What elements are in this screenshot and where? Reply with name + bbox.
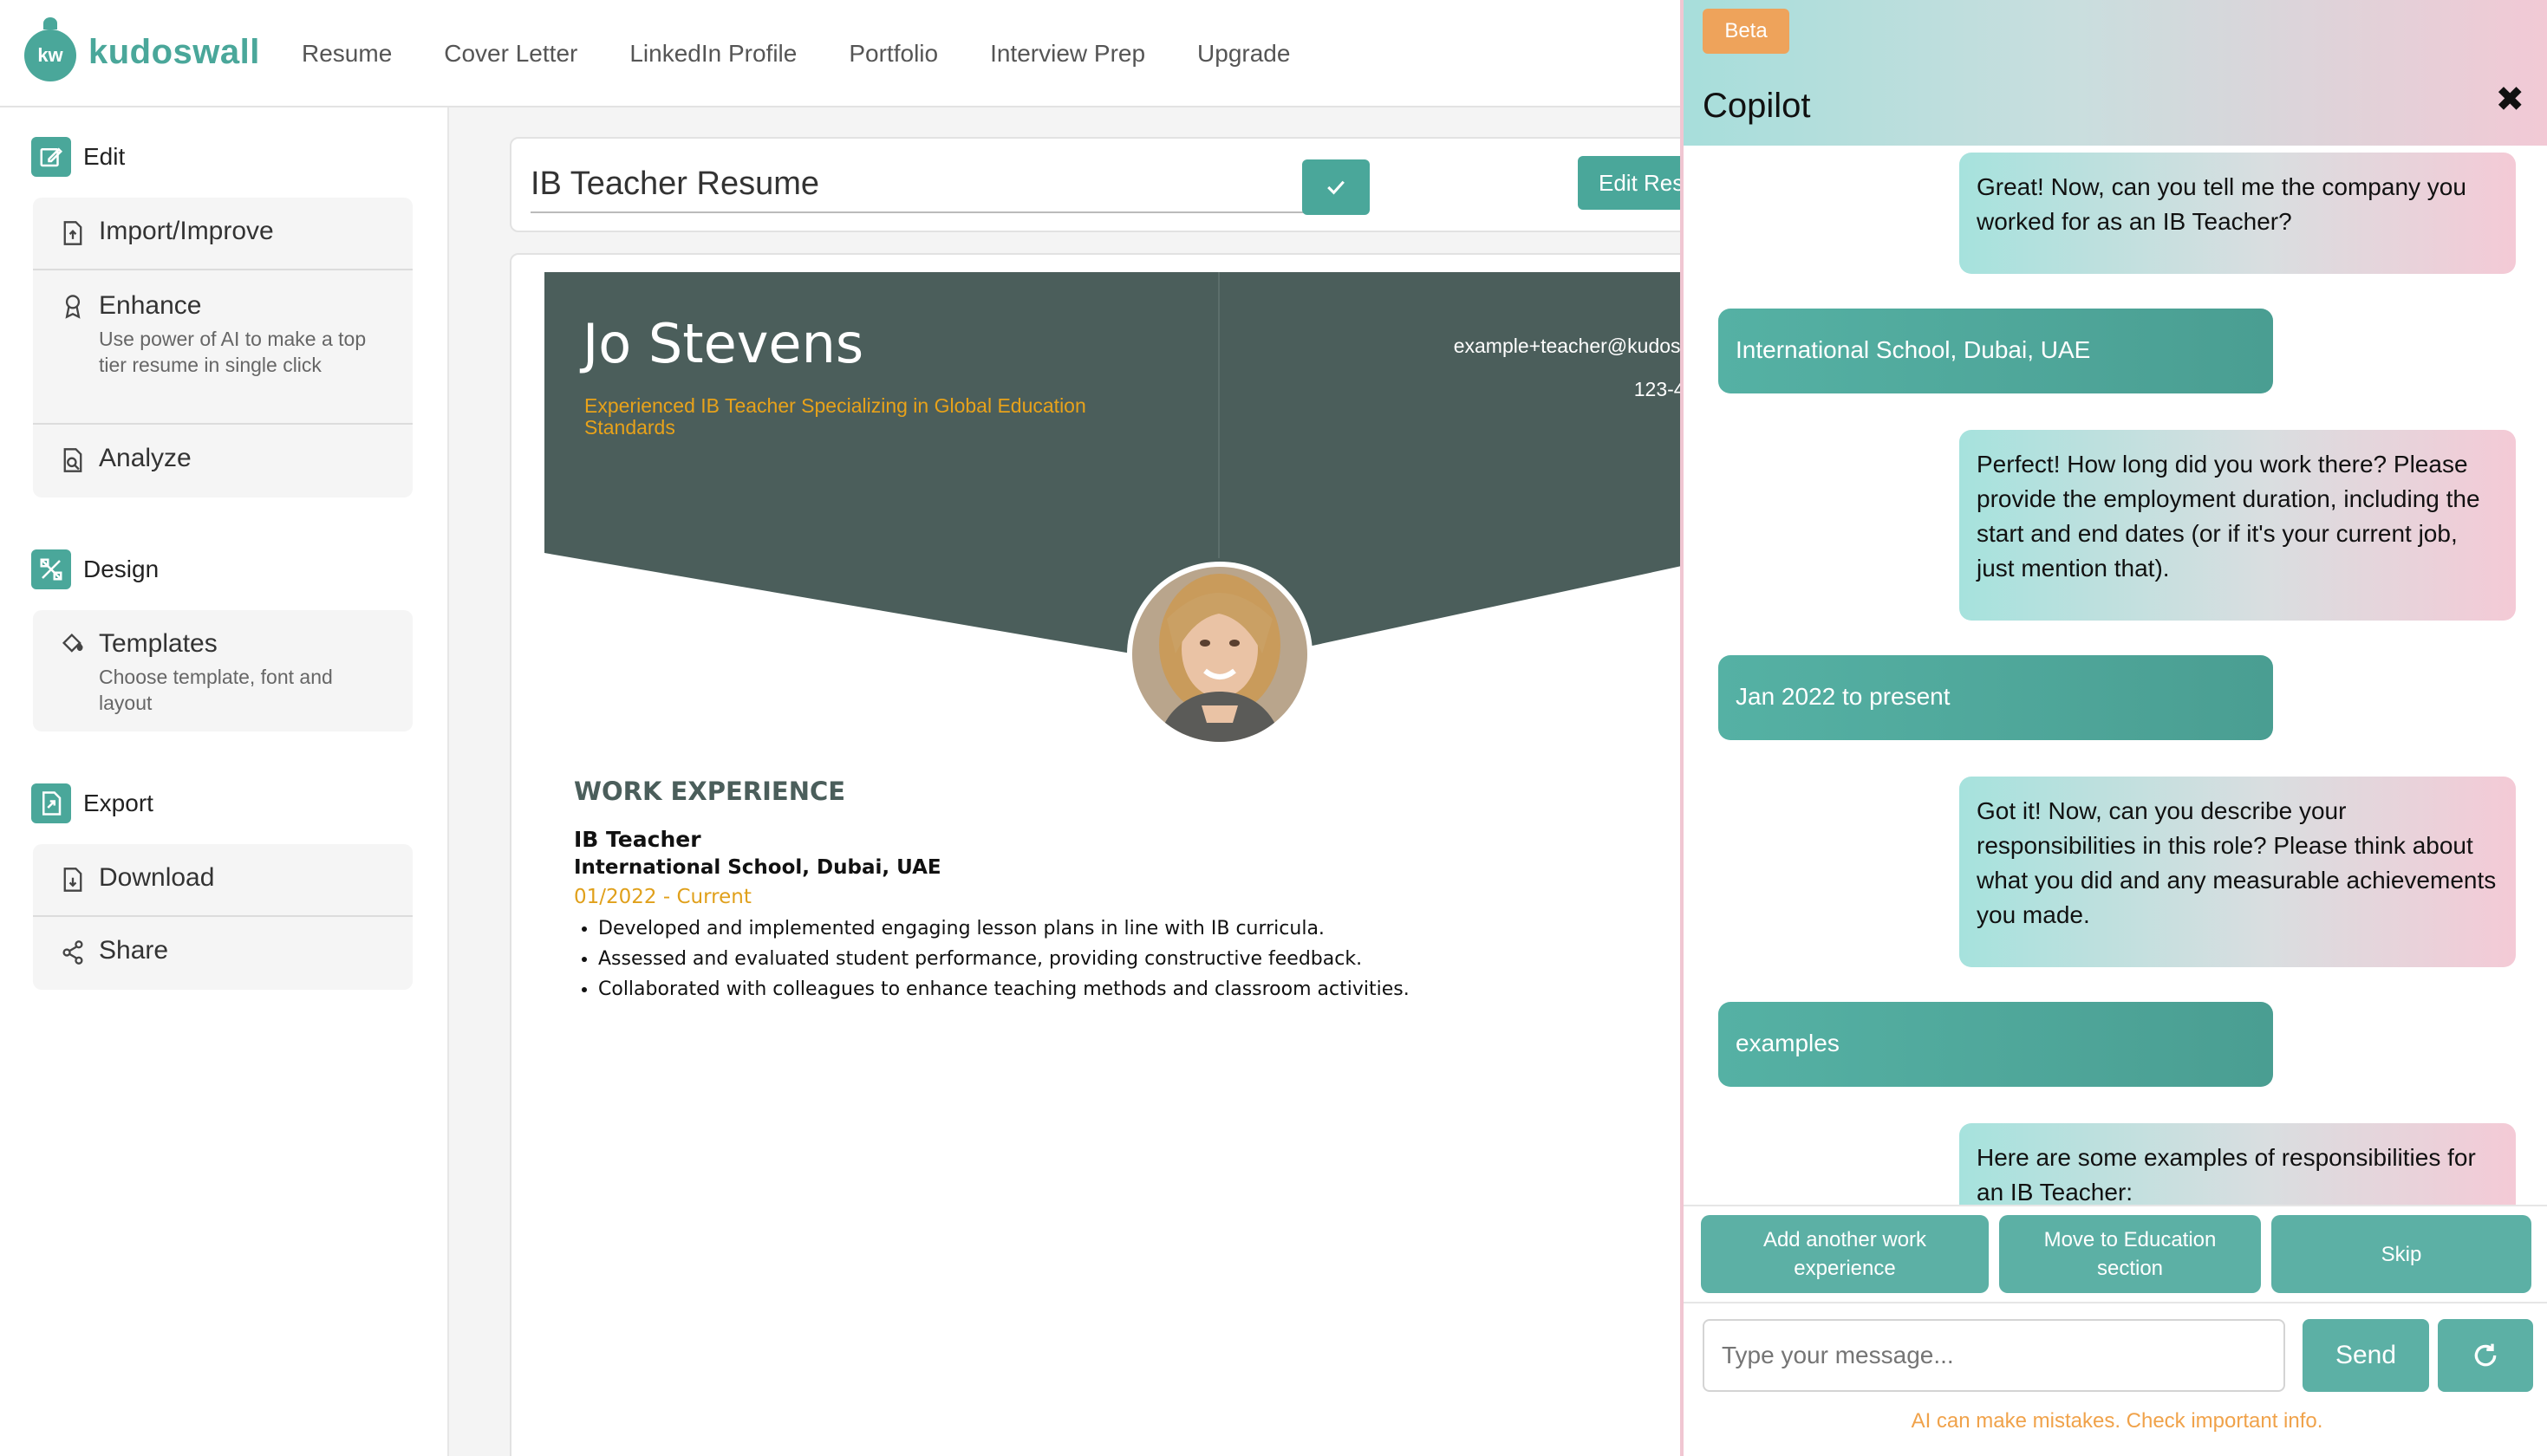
user-message: International School, Dubai, UAE <box>1718 309 2273 393</box>
resume-bullet: Assessed and evaluated student performan… <box>598 944 1410 974</box>
sidebar: Edit Import/Improve Enhance Use power of… <box>0 107 449 1456</box>
quick-actions: Add another work experience Move to Educ… <box>1684 1205 2547 1303</box>
sidebar-item-share[interactable]: Share <box>33 917 413 990</box>
award-icon <box>65 295 81 319</box>
section-export-title: Export <box>83 790 153 816</box>
copilot-header: Beta Copilot ✖ <box>1684 0 2547 146</box>
main-nav: Resume Cover Letter LinkedIn Profile Por… <box>302 0 1290 107</box>
chat-input-row: Send AI can make mistakes. Check importa… <box>1684 1303 2547 1456</box>
editor-area: Edit Resume Jo Stevens Experienced IB Te… <box>451 107 1786 1456</box>
sidebar-item-templates[interactable]: Templates Choose template, font and layo… <box>33 610 413 731</box>
sidebar-item-label: Share <box>99 936 169 965</box>
file-search-icon <box>63 448 82 472</box>
resume-company: International School, Dubai, UAE <box>574 856 941 879</box>
move-to-education-button[interactable]: Move to Education section <box>1999 1215 2261 1293</box>
nav-interview-prep[interactable]: Interview Prep <box>990 40 1145 68</box>
add-work-experience-button[interactable]: Add another work experience <box>1701 1215 1989 1293</box>
paint-bucket-icon <box>62 633 83 653</box>
copilot-panel: Beta Copilot ✖ Great! Now, can you tell … <box>1680 0 2547 1456</box>
sidebar-item-description: Use power of AI to make a top tier resum… <box>99 328 367 376</box>
profile-photo <box>1127 562 1313 747</box>
section-edit-header: Edit <box>31 137 125 177</box>
design-card: Templates Choose template, font and layo… <box>33 610 413 731</box>
resume-bullet: Collaborated with colleagues to enhance … <box>598 974 1410 1004</box>
share-icon <box>62 940 83 965</box>
resume-document: Jo Stevens Experienced IB Teacher Specia… <box>544 272 1758 1456</box>
resume-dates: 01/2022 - Current <box>574 886 752 908</box>
sidebar-item-enhance[interactable]: Enhance Use power of AI to make a top ti… <box>33 270 413 425</box>
section-design-title: Design <box>83 556 160 582</box>
sidebar-item-label: Download <box>99 863 215 892</box>
bot-message: Here are some examples of responsibiliti… <box>1959 1123 2516 1205</box>
message-input[interactable] <box>1703 1319 2285 1392</box>
section-export-header: Export <box>31 783 153 823</box>
resume-title-box <box>510 137 1723 232</box>
export-card: Download Share <box>33 844 413 990</box>
sidebar-item-label: Enhance <box>99 291 202 320</box>
bot-message: Great! Now, can you tell me the company … <box>1959 153 2516 274</box>
nav-cover-letter[interactable]: Cover Letter <box>444 40 577 68</box>
resume-tagline: Experienced IB Teacher Specializing in G… <box>584 394 1086 439</box>
refresh-icon <box>2474 1343 2497 1367</box>
logo-mark: kw <box>24 17 76 81</box>
export-icon <box>31 783 71 823</box>
nav-portfolio[interactable]: Portfolio <box>849 40 938 68</box>
resume-preview-frame: Jo Stevens Experienced IB Teacher Specia… <box>510 253 1758 1456</box>
resume-bullet: Developed and implemented engaging lesso… <box>598 913 1410 944</box>
nav-upgrade[interactable]: Upgrade <box>1197 40 1290 68</box>
send-button[interactable]: Send <box>2303 1319 2429 1392</box>
confirm-title-button[interactable] <box>1302 159 1370 215</box>
resume-title-input[interactable] <box>531 156 1344 213</box>
logo[interactable]: kw kudoswall <box>24 17 260 85</box>
user-message: examples <box>1718 1002 2273 1087</box>
edit-icon <box>31 137 71 177</box>
sidebar-item-label: Import/Improve <box>99 217 274 245</box>
sidebar-item-import-improve[interactable]: Import/Improve <box>33 198 413 270</box>
ai-disclaimer: AI can make mistakes. Check important in… <box>1911 1409 2323 1433</box>
file-import-icon <box>63 221 82 245</box>
nav-resume[interactable]: Resume <box>302 40 392 68</box>
sidebar-item-label: Templates <box>99 629 218 658</box>
section-edit-title: Edit <box>83 143 126 170</box>
nav-linkedin-profile[interactable]: LinkedIn Profile <box>629 40 797 68</box>
section-design-header: Design <box>31 549 159 589</box>
resume-job-title: IB Teacher <box>574 827 701 852</box>
sidebar-item-analyze[interactable]: Analyze <box>33 425 413 497</box>
sidebar-item-description: Choose template, font and layout <box>99 666 333 714</box>
logo-text: kudoswall <box>88 32 260 71</box>
resume-bullets: Developed and implemented engaging lesso… <box>598 913 1410 1004</box>
chat-messages: Great! Now, can you tell me the company … <box>1684 146 2547 1205</box>
beta-badge: Beta <box>1703 9 1789 54</box>
resume-name: Jo Stevens <box>583 312 864 375</box>
person-photo-image <box>1132 567 1307 742</box>
refresh-button[interactable] <box>2438 1319 2533 1392</box>
resume-section-title: WORK EXPERIENCE <box>574 777 846 806</box>
check-icon <box>1327 180 1345 195</box>
sidebar-item-download[interactable]: Download <box>33 844 413 917</box>
file-download-icon <box>63 868 82 892</box>
close-icon[interactable]: ✖ <box>2495 80 2524 120</box>
copilot-title: Copilot <box>1703 87 1811 125</box>
bot-message: Got it! Now, can you describe your respo… <box>1959 777 2516 967</box>
skip-button[interactable]: Skip <box>2271 1215 2531 1293</box>
edit-card: Import/Improve Enhance Use power of AI t… <box>33 198 413 497</box>
design-tools-icon <box>31 549 71 589</box>
sidebar-item-label: Analyze <box>99 444 192 472</box>
bot-message: Perfect! How long did you work there? Pl… <box>1959 430 2516 621</box>
user-message: Jan 2022 to present <box>1718 655 2273 740</box>
